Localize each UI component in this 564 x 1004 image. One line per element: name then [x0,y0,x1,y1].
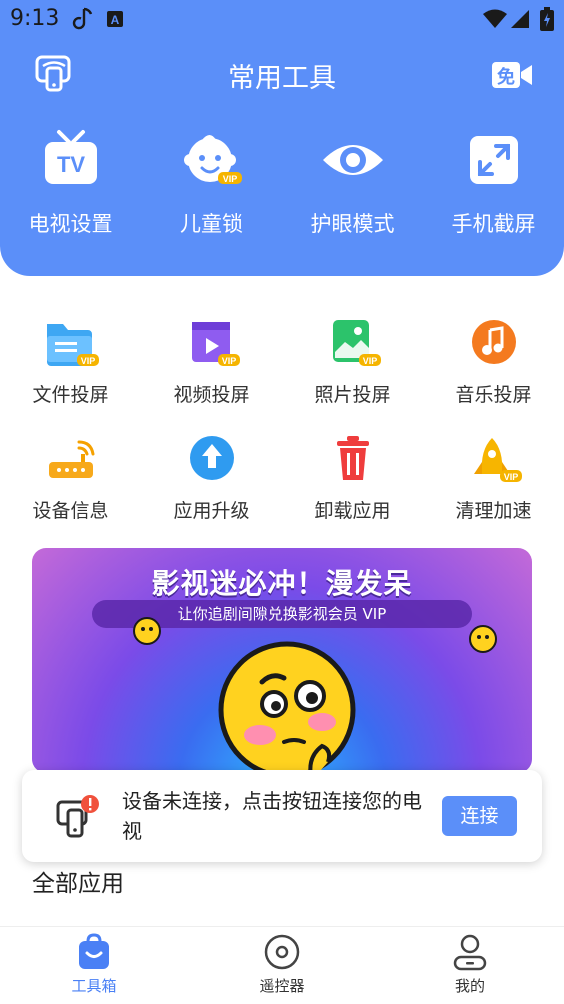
tool-label: 儿童锁 [180,212,243,236]
tool-clean-boost[interactable]: VIP 清理加速 [423,434,564,550]
trash-icon [336,436,369,480]
free-badge-text: 免 [497,66,515,88]
small-emoji-icon [469,625,497,653]
tool-label: 清理加速 [455,500,532,522]
svg-text:VIP: VIP [503,472,518,482]
tool-child-lock[interactable]: VIP 儿童锁 [141,128,282,248]
free-cast-button[interactable]: 免 [490,58,534,92]
small-emoji-icon [133,617,161,645]
nav-profile[interactable]: 我的 [376,927,564,1004]
title-row: 常用工具 免 [0,50,564,100]
tool-label: 电视设置 [28,212,113,236]
profile-icon [453,934,487,971]
bottom-nav: 工具箱 遥控器 我的 [0,926,564,1004]
connect-message: 设备未连接，点击按钮连接您的电视 [122,789,422,843]
tool-label: 护眼模式 [310,212,395,236]
top-tools: TV 电视设置 VIP 儿童锁 护眼模式 手机截屏 [0,128,564,248]
svg-text:VIP: VIP [80,356,95,366]
wifi-icon [483,9,507,28]
toolbox-icon [79,933,109,969]
promo-banner[interactable]: 影视迷必冲！漫发呆 让你追剧间隙兑换影视会员 VIP [32,548,532,773]
tool-label: 应用升级 [173,500,250,522]
tool-photo-cast[interactable]: VIP 照片投屏 [282,318,423,434]
tool-video-cast[interactable]: VIP 视频投屏 [141,318,282,434]
connect-toast: 设备未连接，点击按钮连接您的电视 连接 [22,770,542,862]
tool-label: 视频投屏 [173,384,250,406]
router-icon [48,440,94,478]
tool-tv-settings[interactable]: TV 电视设置 [0,128,141,248]
nav-remote[interactable]: 遥控器 [188,927,376,1004]
tool-eye-mode[interactable]: 护眼模式 [282,128,423,248]
photo-icon: VIP [332,320,381,366]
signal-icon [511,10,529,28]
status-time: 9:13 [10,6,60,31]
tool-grid-row: VIP 文件投屏 VIP 视频投屏 VIP 照片投屏 音乐投屏 [0,318,564,434]
keyboard-status-icon: A [107,11,123,27]
rocket-icon: VIP [473,438,522,482]
status-bar: 9:13 A [0,0,564,38]
remote-icon [264,934,300,970]
tool-label: 照片投屏 [314,384,391,406]
tool-app-upgrade[interactable]: 应用升级 [141,434,282,550]
tool-label: 文件投屏 [32,384,109,406]
tool-device-info[interactable]: 设备信息 [0,434,141,550]
free-video-icon: 免 [492,62,532,88]
phone-disconnected-icon [56,795,99,838]
battery-icon [540,7,554,31]
tv-icon: TV [44,130,97,184]
eye-icon [322,145,383,175]
svg-text:VIP: VIP [222,174,237,184]
video-icon: VIP [191,322,240,366]
svg-text:TV: TV [56,152,84,177]
page-title: 常用工具 [228,63,336,94]
nav-label: 我的 [454,977,485,995]
folder-icon: VIP [46,324,99,366]
music-icon [471,320,516,364]
tool-uninstall[interactable]: 卸载应用 [282,434,423,550]
nav-label: 工具箱 [71,977,117,995]
tool-screenshot[interactable]: 手机截屏 [423,128,564,248]
svg-text:VIP: VIP [221,356,236,366]
tool-grid-row: 设备信息 应用升级 卸载应用 VIP 清理加速 [0,434,564,550]
thinking-emoji-icon [218,641,356,773]
tool-file-cast[interactable]: VIP 文件投屏 [0,318,141,434]
tool-label: 手机截屏 [451,212,536,236]
nav-toolbox[interactable]: 工具箱 [0,927,188,1004]
nav-label: 遥控器 [259,977,305,995]
child-lock-icon: VIP [183,135,242,184]
music-note-status-icon [72,7,93,30]
tool-label: 卸载应用 [314,500,391,522]
svg-text:VIP: VIP [362,356,377,366]
all-apps-title: 全部应用 [32,871,124,897]
tool-label: 设备信息 [32,500,109,522]
connect-button[interactable]: 连接 [442,796,517,836]
tool-label: 音乐投屏 [455,384,532,406]
screenshot-icon [469,136,518,184]
banner-title: 影视迷必冲！漫发呆 [151,567,413,600]
header-panel: 9:13 A 常用工具 免 TV 电视设置 VIP 儿童锁 护眼模式 手机截屏 [0,0,564,276]
svg-text:A: A [111,13,120,27]
tool-music-cast[interactable]: 音乐投屏 [423,318,564,434]
tool-grid: VIP 文件投屏 VIP 视频投屏 VIP 照片投屏 音乐投屏 设备信息 应用升… [0,318,564,550]
upgrade-icon [189,436,234,480]
